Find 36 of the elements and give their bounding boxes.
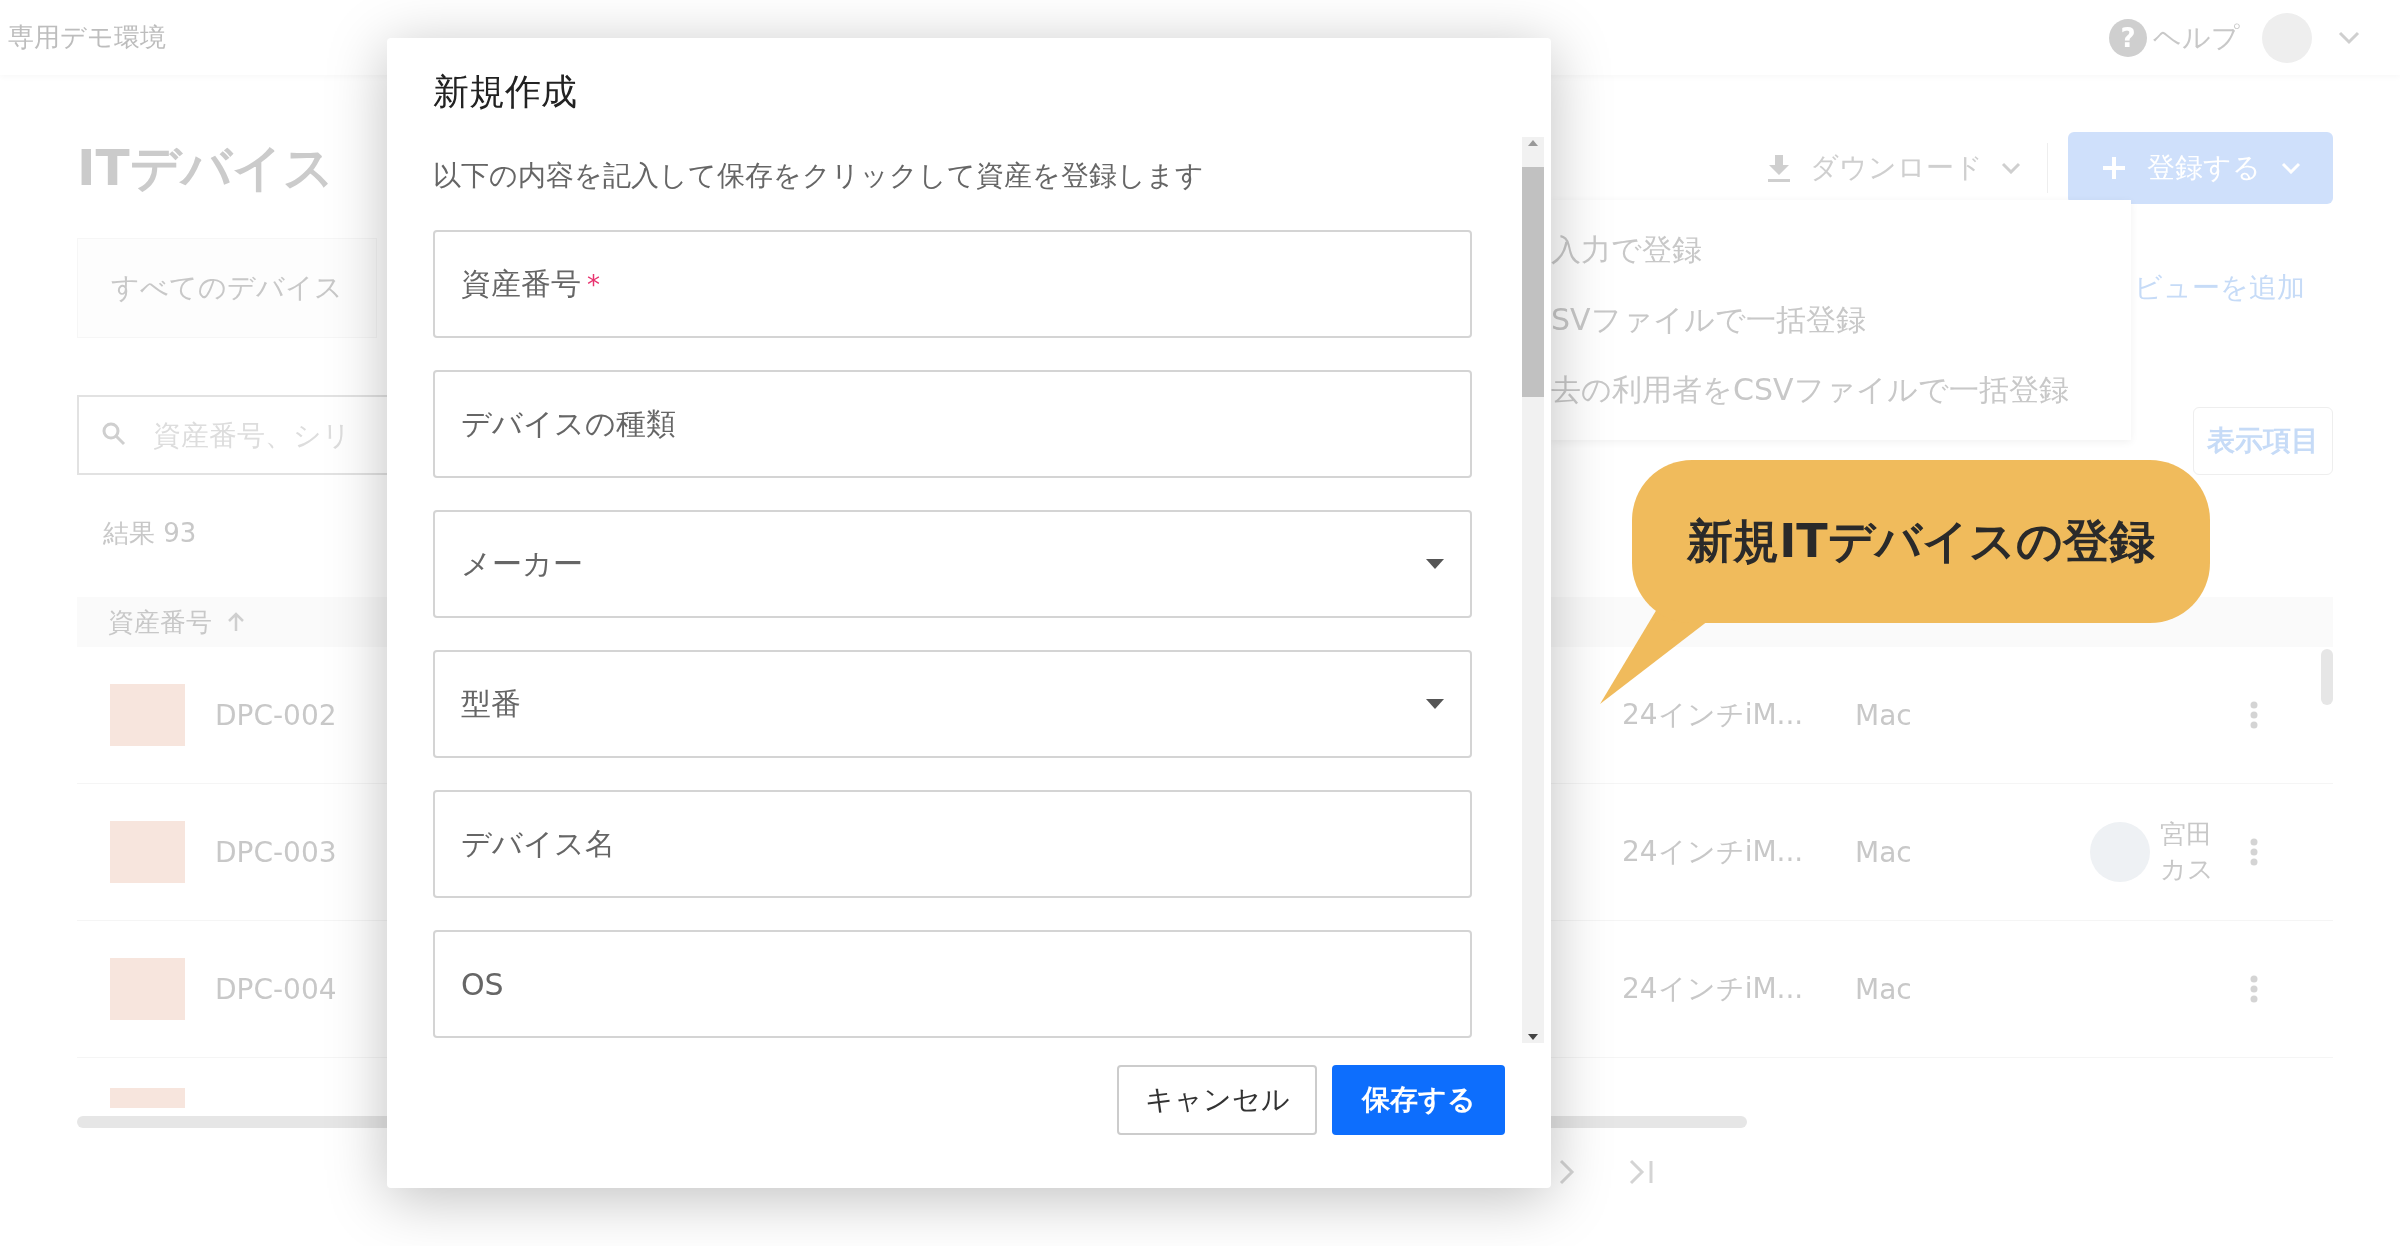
cancel-button[interactable]: キャンセル (1117, 1065, 1317, 1135)
scrollbar-thumb[interactable] (2321, 649, 2333, 705)
field-label: デバイス名 (461, 824, 615, 863)
input-field[interactable]: 資産番号 * (433, 230, 1472, 338)
dropdown-caret-icon (1426, 699, 1444, 709)
field-label: デバイスの種類 (461, 404, 676, 443)
field-label: メーカー (461, 544, 583, 583)
dialog-description: 以下の内容を記入して保存をクリックして資産を登録します (433, 158, 1205, 194)
select-field[interactable]: メーカー (433, 510, 1472, 618)
search-icon (101, 421, 127, 447)
callout-text: 新規ITデバイスの登録 (1687, 512, 2155, 570)
chevron-down-icon (2280, 162, 2301, 174)
help-icon[interactable]: ? (2109, 18, 2147, 57)
input-field[interactable]: OS (433, 930, 1472, 1038)
dropdown-caret-icon (1426, 559, 1444, 569)
more-icon[interactable] (2250, 838, 2258, 866)
next-page-icon[interactable] (1557, 1158, 1577, 1186)
more-icon[interactable] (2250, 701, 2258, 729)
field-label: 型番 (461, 684, 521, 723)
field-label: OS (461, 966, 504, 1002)
dialog-title: 新規作成 (432, 70, 578, 114)
field-label: 資産番号 * (461, 264, 600, 303)
add-view-link[interactable]: ビューを追加 (2134, 269, 2305, 307)
input-field[interactable]: デバイス名 (433, 790, 1472, 898)
more-icon[interactable] (2250, 975, 2258, 1003)
plus-icon (2100, 155, 2127, 181)
input-field[interactable]: デバイスの種類 (433, 370, 1472, 478)
download-icon (1766, 153, 1792, 183)
chevron-down-icon[interactable] (2338, 30, 2360, 45)
arrow-up-icon[interactable] (226, 611, 246, 633)
save-button[interactable]: 保存する (1332, 1065, 1505, 1135)
workspace-name: 専用デモ環境 (8, 21, 166, 54)
display-items-button[interactable]: 表示項目 (2193, 407, 2333, 475)
select-field[interactable]: 型番 (433, 650, 1472, 758)
scrollbar[interactable] (1522, 137, 1544, 1043)
chevron-down-icon (2001, 162, 2021, 174)
